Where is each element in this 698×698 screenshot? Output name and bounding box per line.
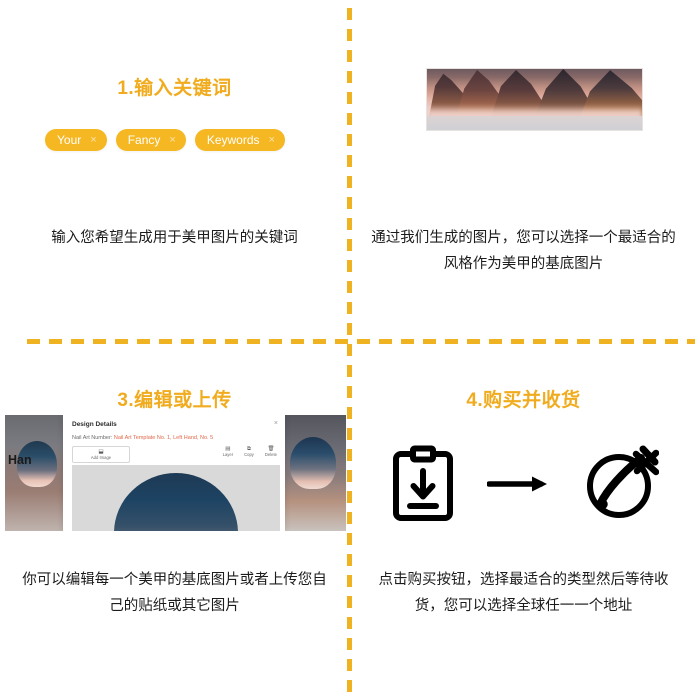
globe-airplane-icon <box>583 445 659 523</box>
add-image-label: Add Image <box>90 455 112 460</box>
dialog-toolbar: ▤ Layer ⧉ Copy 🗑 Delete <box>223 446 277 457</box>
nail-art-number-row: Nail Art Number: Nail Art Template No. 1… <box>72 435 213 441</box>
clipboard-download-icon <box>389 445 457 523</box>
nail-art-number-label: Nail Art Number: <box>72 435 113 441</box>
close-icon[interactable]: × <box>169 134 175 146</box>
close-icon[interactable]: × <box>274 420 278 427</box>
dialog-title: Design Details <box>72 421 117 428</box>
arrow-right-icon <box>486 474 553 494</box>
close-icon[interactable]: × <box>90 134 96 146</box>
keyword-tag[interactable]: Keywords × <box>194 129 285 151</box>
keyword-tag-list: Your × Fancy × Keywords × <box>45 129 285 151</box>
layer-label: Layer <box>222 452 234 457</box>
background-hand-preview-left <box>5 415 67 531</box>
keyword-tag-label: Fancy <box>127 133 161 147</box>
photo-water <box>427 116 642 130</box>
infographic-page: 1.输入关键词 Your × Fancy × Keywords × 输入您希望生… <box>0 0 698 698</box>
delete-button[interactable]: 🗑 Delete <box>265 446 277 457</box>
layer-button[interactable]: ▤ Layer <box>223 446 233 457</box>
delete-label: Delete <box>264 452 277 457</box>
nail-preview-shape <box>290 437 336 489</box>
editor-mockup: Han Design Details × Nail Art Number: Na… <box>0 415 349 531</box>
section-4-description: 点击购买按钮，选择最适合的类型然后等待收货，您可以选择全球任一一个地址 <box>378 572 669 614</box>
purchase-icon-row <box>349 445 698 523</box>
close-icon[interactable]: × <box>269 134 275 146</box>
add-image-button[interactable]: ⬓ Add Image <box>72 446 130 463</box>
keyword-tag-label: Keywords <box>206 133 260 147</box>
section-purchase: 4.购买并收货 点击购买按钮，选择最适合的类型然后等待收货，您可以选择全球任一一… <box>349 349 698 698</box>
nail-art-number-value: Nail Art Template No. 1, Left Hand, No. … <box>113 435 214 441</box>
section-4-title: 4.购买并收货 <box>466 390 581 411</box>
keyword-tag-label: Your <box>57 133 82 147</box>
keyword-tag[interactable]: Your × <box>45 129 107 151</box>
copy-label: Copy <box>244 452 254 457</box>
section-2-description: 通过我们生成的图片，您可以选择一个最适合的风格作为美甲的基底图片 <box>371 230 676 272</box>
keyword-tag[interactable]: Fancy × <box>115 129 186 151</box>
section-edit-upload: 3.编辑或上传 Han Design Details × Nail Art Nu… <box>0 349 349 698</box>
hand-label: Han <box>8 453 32 467</box>
design-details-dialog: Design Details × Nail Art Number: Nail A… <box>63 415 285 531</box>
section-1-description: 输入您希望生成用于美甲图片的关键词 <box>51 230 298 246</box>
nail-design-shape <box>114 473 238 531</box>
design-canvas[interactable] <box>72 465 280 531</box>
copy-button[interactable]: ⧉ Copy <box>244 446 254 457</box>
section-select-image: 2.选择图片 通过我们生成的图片，您可以选择一个最适合的风格作为美甲的基底图片 <box>349 0 698 349</box>
background-hand-preview-right <box>284 415 346 531</box>
section-3-title: 3.编辑或上传 <box>117 390 232 411</box>
section-3-description: 你可以编辑每一个美甲的基底图片或者上传您自己的贴纸或其它图片 <box>22 572 327 614</box>
landscape-photo[interactable] <box>426 68 643 131</box>
section-keywords: 1.输入关键词 Your × Fancy × Keywords × 输入您希望生… <box>0 0 349 349</box>
section-1-title: 1.输入关键词 <box>117 78 232 99</box>
